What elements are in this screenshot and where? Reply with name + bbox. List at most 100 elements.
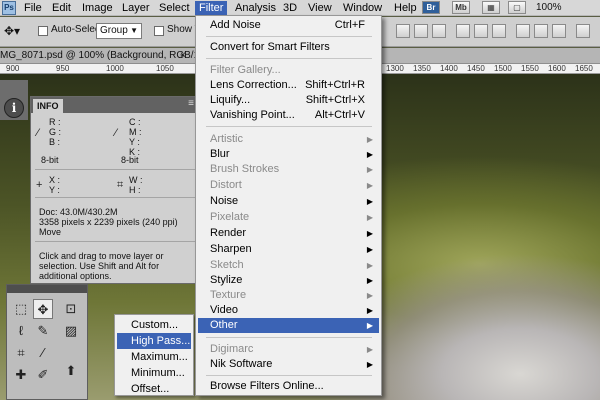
healing-brush-tool-icon[interactable]: ✚ (11, 365, 31, 385)
auto-select-checkbox[interactable] (38, 26, 48, 36)
menu-item-convert-smart-filters[interactable]: Convert for Smart Filters (198, 40, 379, 55)
stamp-icon[interactable]: ⬆ (61, 361, 81, 381)
filter-menu: Add Noise Ctrl+F Convert for Smart Filte… (195, 15, 382, 396)
move-tool-icon[interactable]: ✥▾ (4, 24, 20, 38)
menu-item-video[interactable]: Video ▶ (198, 303, 379, 318)
zoom-level-icon[interactable]: ▢ (508, 1, 526, 14)
divider (35, 169, 195, 170)
bridge-button[interactable]: Br (422, 1, 440, 14)
distort-label: Distort (210, 179, 242, 191)
align-top-icon[interactable] (396, 24, 410, 38)
view-extras-icon[interactable]: ▦ (482, 1, 500, 14)
lasso-tool-icon[interactable]: ℓ (11, 321, 31, 341)
move-tool-icon[interactable]: ✥ (33, 299, 53, 319)
submenu-arrow-icon: ▶ (366, 261, 373, 270)
shortcut-lens: Shift+Ctrl+R (305, 79, 365, 91)
texture-label: Texture (210, 289, 247, 301)
nik-software-label: Nik Software (210, 358, 273, 370)
ruler-tick: 1550 (521, 64, 539, 73)
menu-item-lens-correction[interactable]: Lens Correction... Shift+Ctrl+R (198, 78, 379, 93)
render-label: Render (210, 227, 247, 239)
menu-file[interactable]: File (20, 1, 46, 15)
menu-view[interactable]: View (304, 1, 336, 15)
eyedropper-tool-icon[interactable]: ⁄ (33, 343, 53, 363)
submenu-arrow-icon: ▶ (366, 135, 373, 144)
submenu-arrow-icon: ▶ (366, 291, 373, 300)
info-g: G : (49, 127, 62, 137)
panel-menu-icon[interactable]: ≡ (188, 98, 194, 109)
distribute-middle-icon[interactable] (474, 24, 488, 38)
ruler-tick: 1450 (467, 64, 485, 73)
submenu-arrow-icon: ▶ (366, 150, 373, 159)
ruler-tick: 900 (6, 64, 20, 73)
menu-select[interactable]: Select (155, 1, 194, 15)
menu-separator (206, 337, 372, 338)
distribute-bottom-icon[interactable] (492, 24, 506, 38)
menu-item-stylize[interactable]: Stylize ▶ (198, 273, 379, 288)
distribute-center-icon[interactable] (534, 24, 548, 38)
submenu-arrow-icon: ▶ (366, 276, 373, 285)
menu-item-other[interactable]: Other ▶ (198, 318, 379, 333)
menu-image[interactable]: Image (78, 1, 117, 15)
artboard-tool-icon[interactable]: ⊡ (61, 299, 81, 319)
submenu-arrow-icon: ▶ (366, 197, 373, 206)
menu-item-blur[interactable]: Blur ▶ (198, 147, 379, 162)
sketch-label: Sketch (210, 259, 244, 271)
collapsed-panel-strip: i (0, 80, 28, 120)
tab-info[interactable]: INFO (33, 99, 63, 113)
distribute-top-icon[interactable] (456, 24, 470, 38)
menu-layer[interactable]: Layer (118, 1, 154, 15)
auto-align-icon[interactable] (576, 24, 590, 38)
distribute-left-icon[interactable] (516, 24, 530, 38)
selection-size-icon: ⌗ (117, 179, 124, 191)
menu-help[interactable]: Help (390, 1, 421, 15)
mini-bridge-button[interactable]: Mb (452, 1, 470, 14)
menu-item-brush-strokes: Brush Strokes ▶ (198, 162, 379, 177)
menu-item-browse-filters[interactable]: Browse Filters Online... (198, 379, 379, 394)
submenu-arrow-icon: ▶ (366, 345, 373, 354)
menu-analysis[interactable]: Analysis (231, 1, 280, 15)
brush-tool-icon[interactable]: ✐ (33, 365, 53, 385)
zoom-readout[interactable]: 100% (536, 1, 562, 15)
quick-select-tool-icon[interactable]: ✎ (33, 321, 53, 341)
menu-separator (206, 375, 372, 376)
menu-3d[interactable]: 3D (279, 1, 301, 15)
menu-edit[interactable]: Edit (48, 1, 75, 15)
crop-tool-icon[interactable]: ⌗ (11, 343, 31, 363)
liquify-label: Liquify... (210, 94, 251, 106)
submenu-maximum[interactable]: Maximum... (117, 349, 191, 365)
image-icon[interactable]: ▨ (61, 321, 81, 341)
submenu-minimum[interactable]: Minimum... (117, 365, 191, 381)
info-panel-header[interactable]: INFO ≡ (31, 97, 197, 113)
menu-item-render[interactable]: Render ▶ (198, 226, 379, 241)
divider (35, 241, 195, 242)
ruler-tick: 1000 (106, 64, 124, 73)
close-icon[interactable]: × (180, 50, 186, 61)
submenu-high-pass[interactable]: High Pass... (117, 333, 191, 349)
menu-item-add-noise[interactable]: Add Noise Ctrl+F (198, 18, 379, 33)
submenu-offset[interactable]: Offset... (117, 381, 191, 397)
tools-panel-header[interactable] (7, 285, 87, 293)
menu-item-sharpen[interactable]: Sharpen ▶ (198, 242, 379, 257)
menu-item-vanishing-point[interactable]: Vanishing Point... Alt+Ctrl+V (198, 108, 379, 123)
align-middle-icon[interactable] (414, 24, 428, 38)
align-bottom-icon[interactable] (432, 24, 446, 38)
menu-item-nik-software[interactable]: Nik Software ▶ (198, 357, 379, 372)
menu-item-digimarc: Digimarc ▶ (198, 342, 379, 357)
menu-item-noise[interactable]: Noise ▶ (198, 194, 379, 209)
info-doc-size: Doc: 43.0M/430.2M (39, 207, 118, 217)
ruler-tick: 1400 (440, 64, 458, 73)
show-transform-checkbox[interactable] (154, 26, 164, 36)
auto-select-dropdown[interactable]: Group ▼ (96, 23, 142, 39)
info-panel-icon[interactable]: i (4, 98, 24, 118)
menu-item-texture: Texture ▶ (198, 288, 379, 303)
menu-window[interactable]: Window (339, 1, 386, 15)
menu-item-liquify[interactable]: Liquify... Shift+Ctrl+X (198, 93, 379, 108)
marquee-tool-icon[interactable]: ⬚ (11, 299, 31, 319)
submenu-custom[interactable]: Custom... (117, 317, 191, 333)
distribute-right-icon[interactable] (552, 24, 566, 38)
menu-item-artistic: Artistic ▶ (198, 132, 379, 147)
menu-item-distort: Distort ▶ (198, 178, 379, 193)
info-x: X : (49, 175, 61, 185)
menu-filter[interactable]: Filter (195, 1, 228, 15)
